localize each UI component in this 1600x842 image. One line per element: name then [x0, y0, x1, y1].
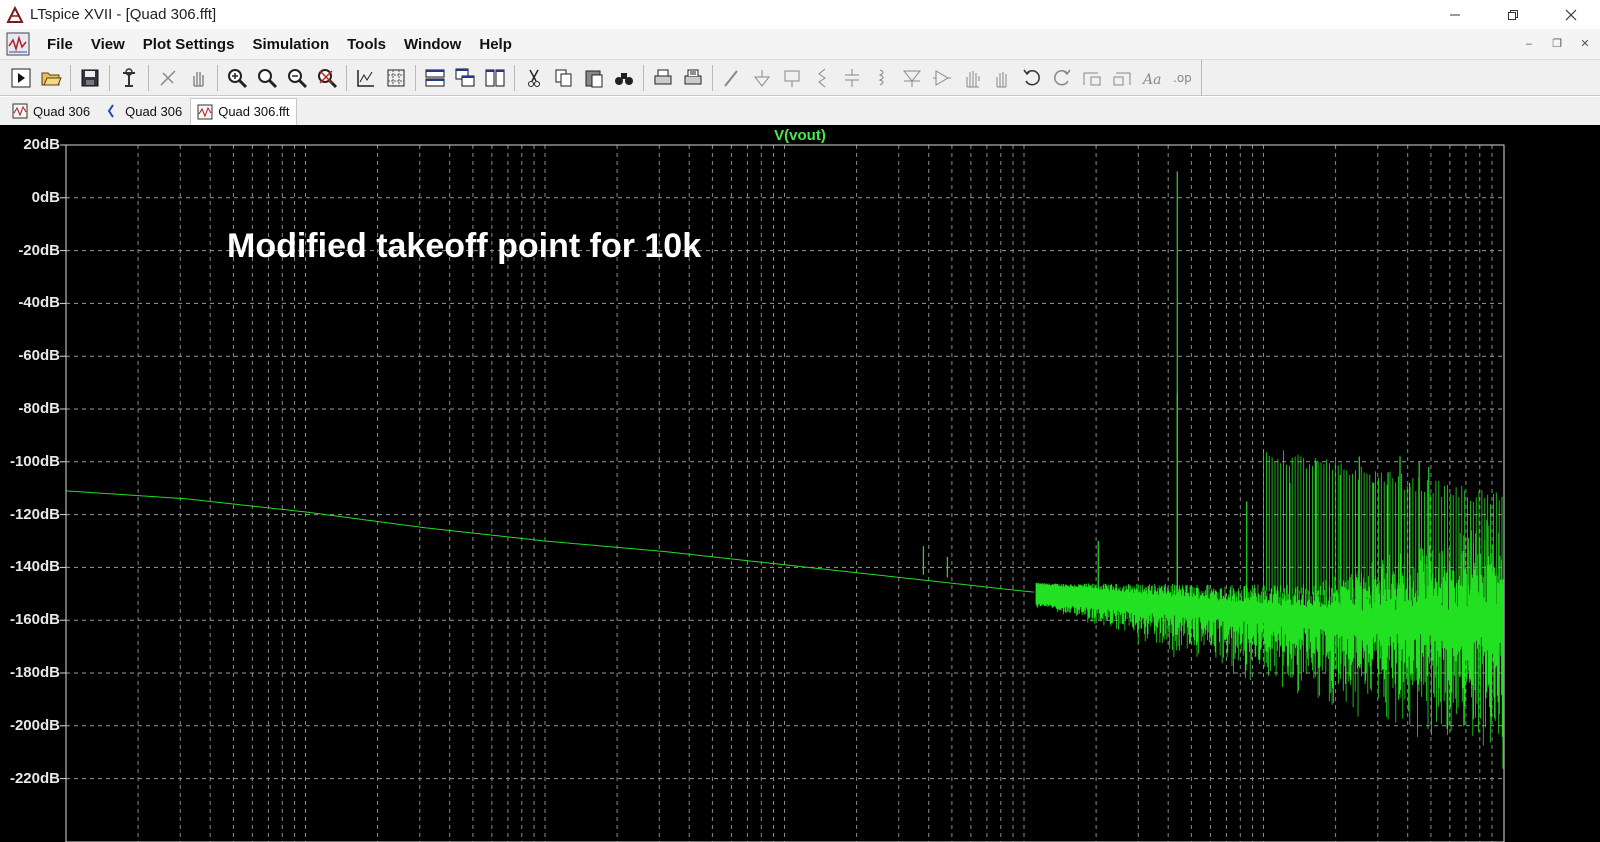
grid-icon[interactable] [382, 64, 410, 92]
capacitor-icon[interactable] [838, 64, 866, 92]
tab-quad306-waveform[interactable]: Quad 306 [6, 98, 96, 124]
label-icon[interactable] [778, 64, 806, 92]
mirror-icon[interactable] [1108, 64, 1136, 92]
tab-label: Quad 306.fft [218, 104, 290, 119]
mdi-minimize-button[interactable]: – [1520, 35, 1538, 53]
menu-view[interactable]: View [91, 36, 125, 53]
mdi-controls: – ❐ ✕ [1520, 35, 1594, 53]
open-icon[interactable] [37, 64, 65, 92]
menu-simulation[interactable]: Simulation [252, 36, 329, 53]
tab-label: Quad 306 [33, 103, 91, 119]
tile-vertical-icon[interactable] [481, 64, 509, 92]
resistor-icon[interactable] [808, 64, 836, 92]
waveform-plot-pane[interactable]: V(vout) 20dB 0dB -20dB -40dB -60dB -80dB -100d… [0, 125, 1600, 842]
mdi-restore-button[interactable]: ❐ [1548, 35, 1566, 53]
copy-icon[interactable] [550, 64, 578, 92]
tab-label: Quad 306 [125, 103, 183, 119]
cascade-icon[interactable] [451, 64, 479, 92]
mdi-close-button[interactable]: ✕ [1576, 35, 1594, 53]
tile-horizontal-icon[interactable] [421, 64, 449, 92]
halt-icon[interactable] [154, 64, 182, 92]
drag-icon[interactable] [988, 64, 1016, 92]
diode-icon[interactable] [898, 64, 926, 92]
menu-bar: File View Plot Settings Simulation Tools… [0, 29, 1600, 60]
minimize-button[interactable] [1426, 0, 1484, 29]
undo-icon[interactable] [1018, 64, 1046, 92]
document-tab-bar: Quad 306 Quad 306 Quad 306.fft [0, 97, 1600, 125]
restore-button[interactable] [1484, 0, 1542, 29]
component-icon[interactable] [928, 64, 956, 92]
close-button[interactable] [1542, 0, 1600, 29]
svg-text:.op: .op [1173, 71, 1192, 85]
menu-plot-settings[interactable]: Plot Settings [143, 36, 235, 53]
cut-icon[interactable] [520, 64, 548, 92]
zoom-out-icon[interactable] [283, 64, 311, 92]
ltspice-app-icon [6, 5, 24, 24]
run-icon[interactable] [7, 64, 35, 92]
window-controls [1426, 0, 1600, 29]
zoom-in-icon[interactable] [223, 64, 251, 92]
autorange-icon[interactable] [352, 64, 380, 92]
toolbar: Aa .op [0, 59, 1600, 96]
rotate-icon[interactable] [1078, 64, 1106, 92]
move-icon[interactable] [958, 64, 986, 92]
ground-icon[interactable] [748, 64, 776, 92]
waveform-icon [197, 104, 213, 119]
wire-icon[interactable] [718, 64, 746, 92]
zoom-area-icon[interactable] [253, 64, 281, 92]
menu-file[interactable]: File [47, 36, 73, 53]
menu-help[interactable]: Help [479, 36, 512, 53]
redo-icon[interactable] [1048, 64, 1076, 92]
tab-quad306-fft[interactable]: Quad 306.fft [190, 97, 297, 125]
spice-directive-icon[interactable]: .op [1168, 64, 1196, 92]
menu-tools[interactable]: Tools [347, 36, 386, 53]
paste-icon[interactable] [580, 64, 608, 92]
pan-icon[interactable] [184, 64, 212, 92]
schematic-icon [107, 104, 114, 118]
plot-annotation: Modified takeoff point for 10k [227, 227, 702, 265]
window-title: LTspice XVII - [Quad 306.fft] [30, 6, 217, 23]
document-waveform-icon[interactable] [6, 32, 30, 56]
title-bar: LTspice XVII - [Quad 306.fft] [0, 0, 1600, 29]
svg-text:Aa: Aa [1141, 72, 1161, 88]
tab-quad306-schematic[interactable]: Quad 306 [98, 98, 188, 124]
menu-window[interactable]: Window [404, 36, 461, 53]
zoom-fit-icon[interactable] [313, 64, 341, 92]
trace-line [65, 490, 1035, 593]
find-icon[interactable] [610, 64, 638, 92]
inductor-icon[interactable] [868, 64, 896, 92]
print-preview-icon[interactable] [679, 64, 707, 92]
control-panel-icon[interactable] [115, 64, 143, 92]
print-icon[interactable] [649, 64, 677, 92]
text-icon[interactable]: Aa [1138, 64, 1166, 92]
waveform-icon [12, 103, 28, 119]
save-icon[interactable] [76, 64, 104, 92]
